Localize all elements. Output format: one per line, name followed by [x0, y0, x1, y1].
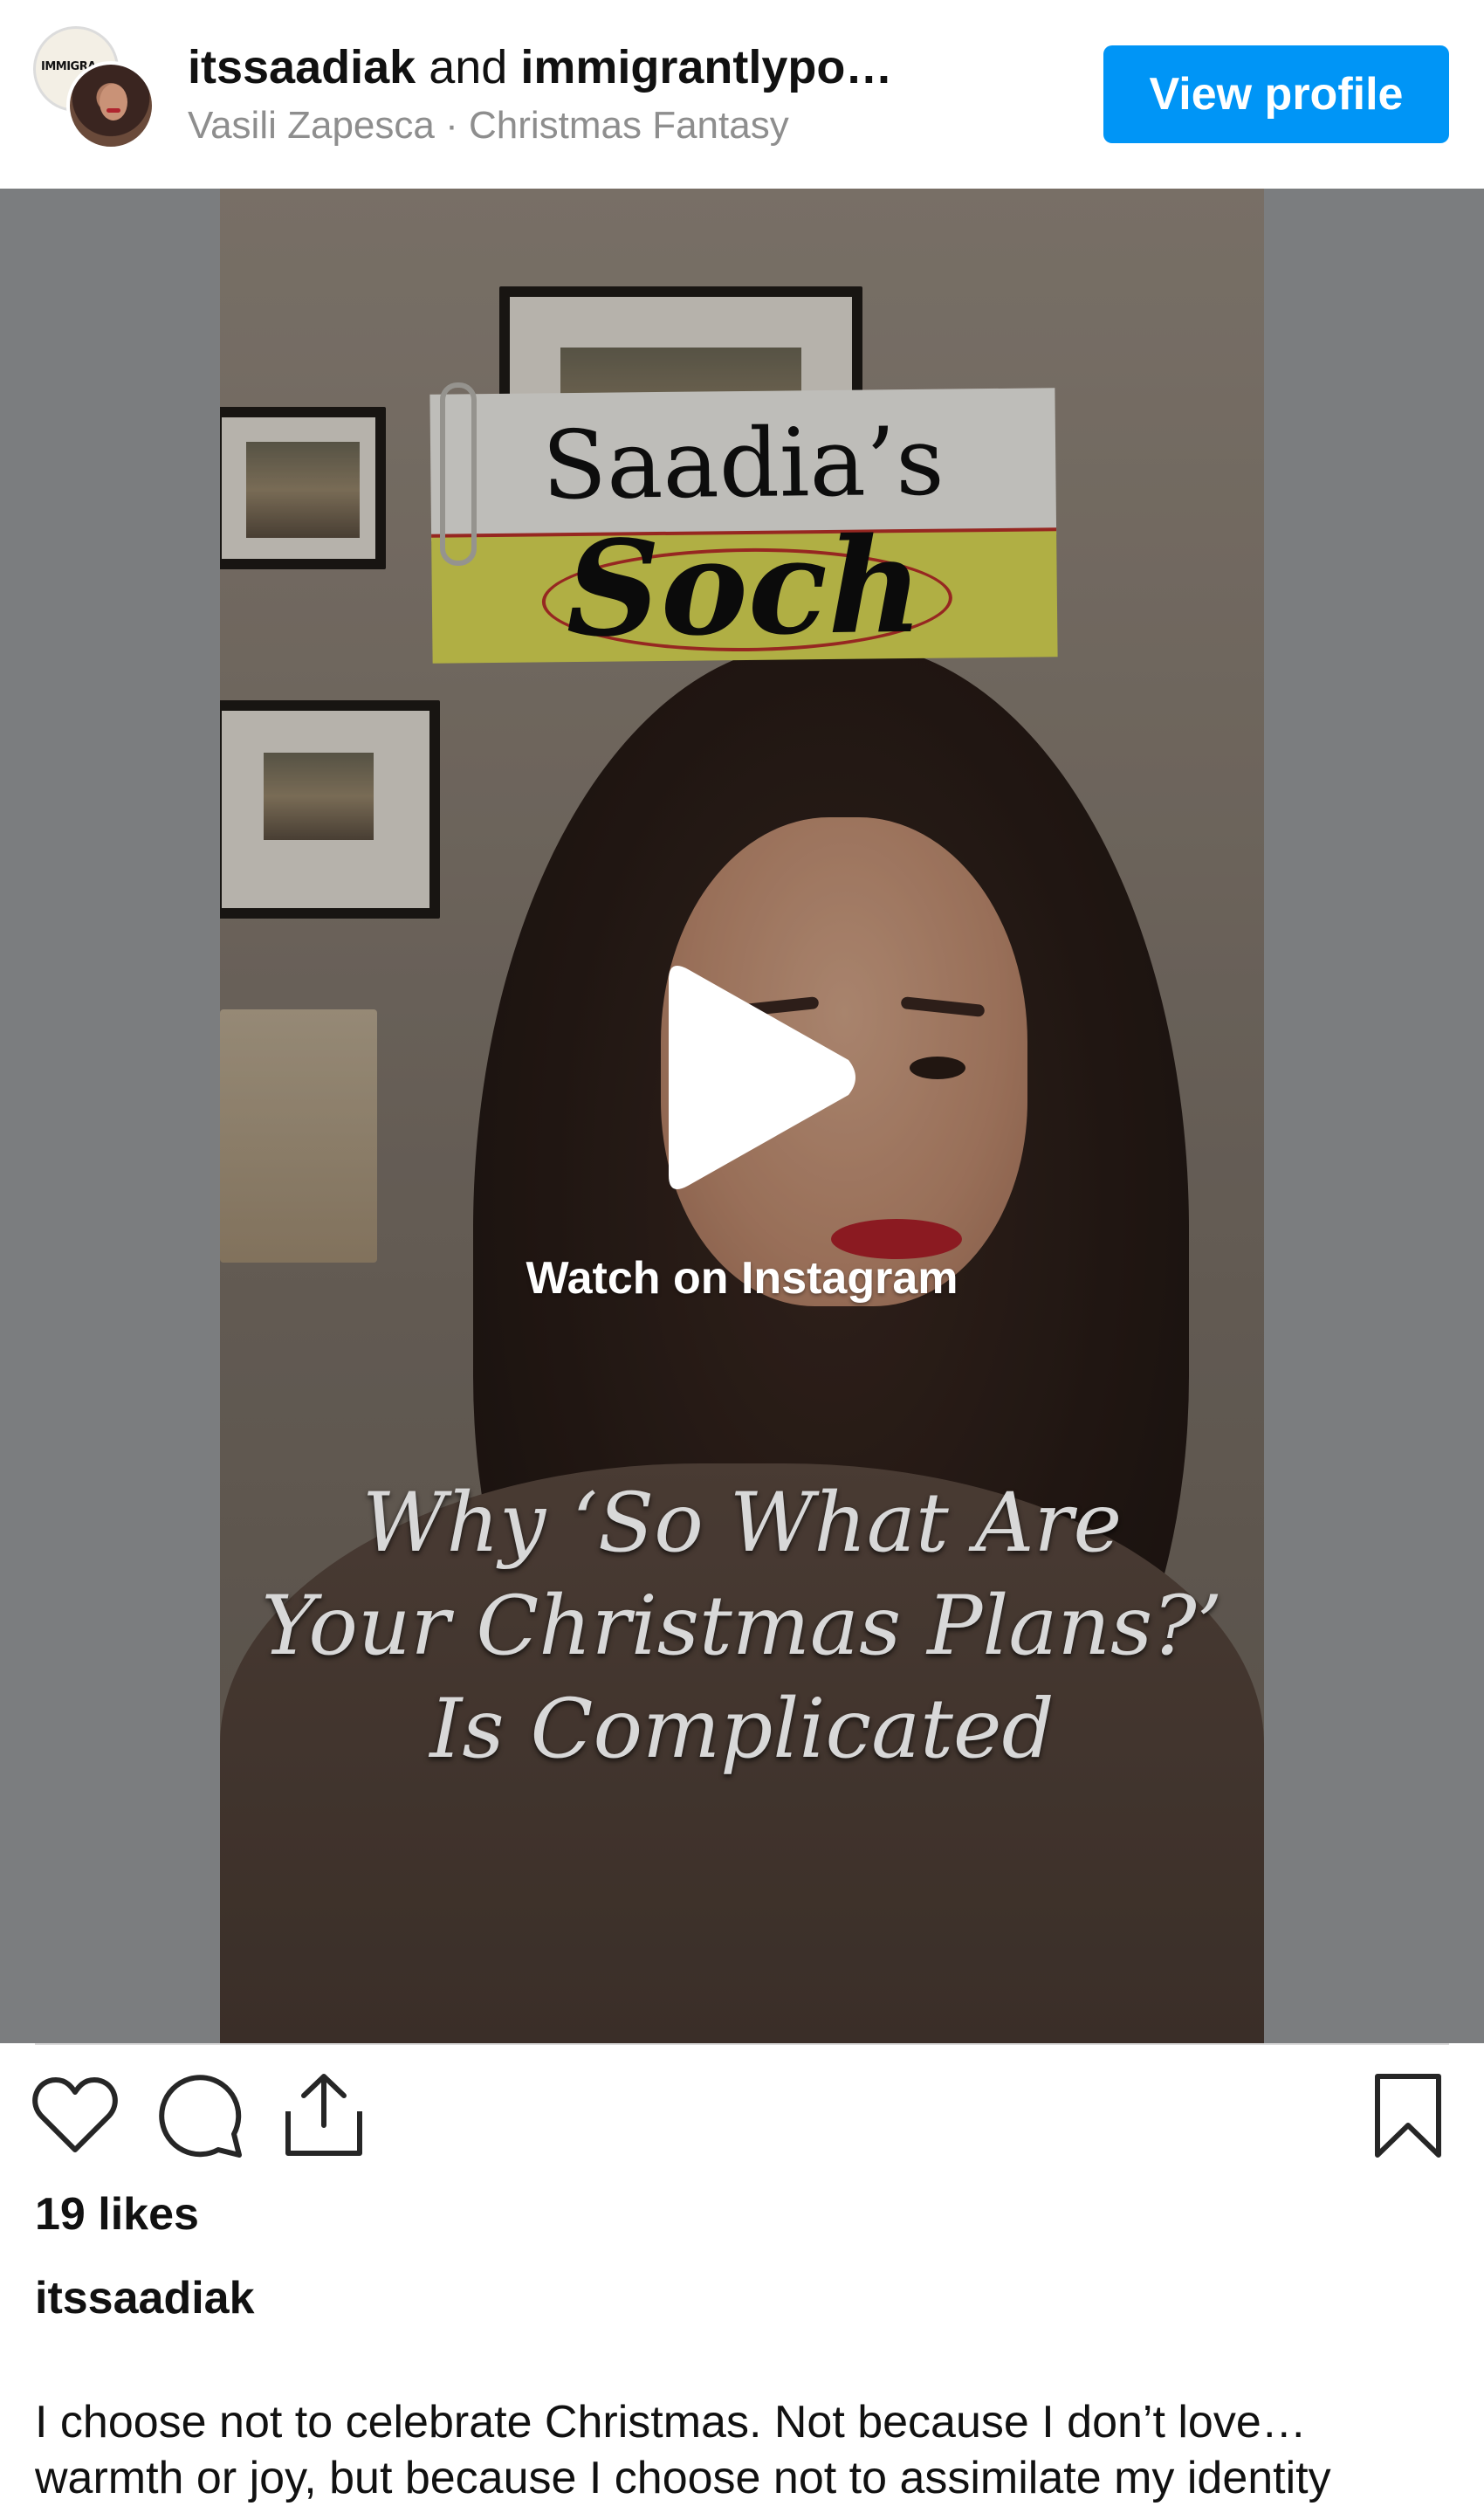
authors-conjunction: and: [429, 41, 508, 93]
author-link-immigrantly[interactable]: immigrantlypo…: [520, 41, 892, 93]
media-container[interactable]: Saadia’s Soch Why ‘So What Are Your Chri…: [0, 189, 1484, 2043]
video-overlay-text: Why ‘So What Are Your Christmas Plans?’ …: [220, 1472, 1264, 1781]
post-header: IMMIGRA itssaadiak and immigrantlypo… Va…: [0, 0, 1484, 189]
overlay-line-3: Is Complicated: [429, 1682, 1055, 1777]
overlay-line-1: Why ‘So What Are: [361, 1476, 1123, 1571]
caption-line-2: warmth or joy, but because I choose not …: [35, 2453, 1331, 2503]
author-link-itssaadiak[interactable]: itssaadiak: [188, 41, 416, 93]
post-authors: itssaadiak and immigrantlypo…: [188, 38, 892, 96]
action-bar: [0, 2052, 1484, 2174]
media-divider: [35, 2043, 1449, 2045]
watch-on-instagram-link[interactable]: Watch on Instagram: [0, 1252, 1484, 1305]
avatar-face: [100, 84, 127, 120]
heart-icon[interactable]: [31, 2073, 119, 2157]
caption-username[interactable]: itssaadiak: [35, 2270, 255, 2326]
avatar-lips: [106, 108, 120, 113]
likes-count[interactable]: 19 likes: [35, 2186, 199, 2242]
comment-icon[interactable]: [157, 2073, 244, 2160]
share-icon[interactable]: [283, 2071, 365, 2158]
view-profile-button[interactable]: View profile: [1103, 45, 1449, 143]
collab-avatars[interactable]: IMMIGRA: [33, 26, 164, 157]
avatar-itssaadiak[interactable]: [66, 61, 155, 150]
post-caption: I choose not to celebrate Christmas. Not…: [35, 2394, 1458, 2506]
play-icon[interactable]: [642, 959, 862, 1196]
bookmark-icon[interactable]: [1372, 2073, 1444, 2160]
overlay-line-2: Your Christmas Plans?’: [261, 1579, 1223, 1674]
audio-track[interactable]: Vasili Zapesca · Christmas Fantasy: [188, 101, 789, 150]
caption-line-1: I choose not to celebrate Christmas. Not…: [35, 2397, 1307, 2447]
